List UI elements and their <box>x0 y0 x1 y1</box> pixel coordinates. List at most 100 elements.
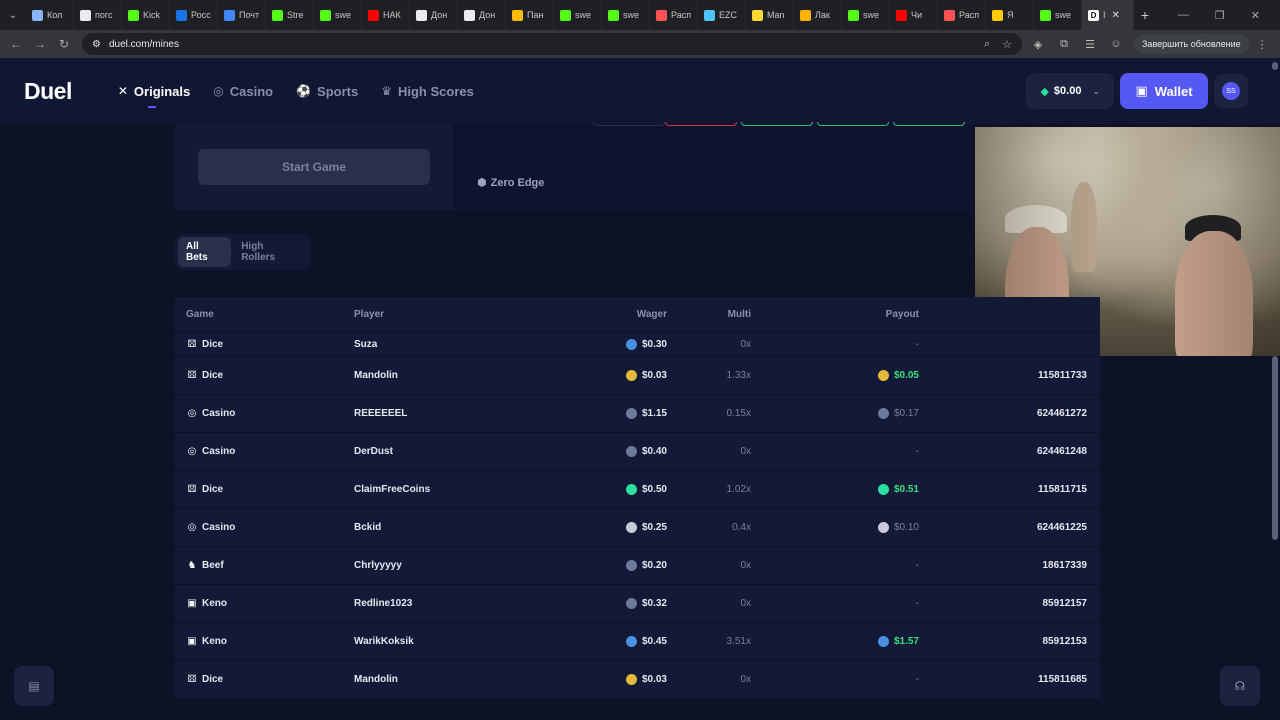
nav-originals[interactable]: ✕ Originals <box>118 58 190 124</box>
browser-tab[interactable]: Почт <box>218 0 266 30</box>
coin-icon <box>625 560 637 571</box>
nav-sports[interactable]: ⚽ Sports <box>296 58 358 124</box>
close-window-icon[interactable]: ✕ <box>1251 9 1260 22</box>
browser-tab[interactable]: Kick <box>122 0 170 30</box>
zero-edge-badge[interactable]: ⬢ Zero Edge <box>477 176 544 190</box>
tab-active-duel[interactable]: D I ✕ <box>1082 0 1134 30</box>
new-tab-button[interactable]: + <box>1134 7 1156 23</box>
browser-tab[interactable]: EZC <box>698 0 746 30</box>
browser-tab[interactable]: Man <box>746 0 794 30</box>
bet-id[interactable]: 85912157 <box>1043 598 1088 609</box>
back-icon[interactable]: ← <box>4 37 28 51</box>
tab-search-chevron-icon[interactable]: ⌄ <box>0 0 26 30</box>
table-row[interactable]: ⚄ Dice Mandolin $0.03 1.33x $0.05 115811733 <box>175 356 1100 394</box>
browser-tab[interactable]: НАК <box>362 0 410 30</box>
table-row[interactable]: ⚄ Dice Mandolin $0.03 0x - 115811685 <box>175 660 1100 698</box>
player-name[interactable]: Bckid <box>354 522 381 533</box>
browser-tab[interactable]: swe <box>842 0 890 30</box>
table-row[interactable]: ♞ Beef Chrlyyyyy $0.20 0x - 18617339 <box>175 546 1100 584</box>
browser-tab[interactable]: Я <box>986 0 1034 30</box>
nav-casino[interactable]: ◎ Casino <box>213 58 273 124</box>
player-name[interactable]: Redline1023 <box>354 598 412 609</box>
wallet-button[interactable]: ▣ Wallet <box>1120 73 1208 109</box>
tab-all-bets[interactable]: All Bets <box>178 237 232 267</box>
bet-id[interactable]: 115811733 <box>1038 370 1087 381</box>
profile-button[interactable]: SS <box>1214 74 1248 108</box>
browser-tab[interactable]: swe <box>314 0 362 30</box>
minimize-icon[interactable]: — <box>1178 9 1189 22</box>
table-row[interactable]: ⚄ Dice ClaimFreeCoins $0.50 1.02x $0.51 115811… <box>175 470 1100 508</box>
support-button[interactable]: ☊ <box>1220 666 1260 706</box>
player-name[interactable]: REEEEEEL <box>354 408 407 419</box>
table-row[interactable]: ◎ Casino REEEEEEL $1.15 0.15x $0.17 624461272 <box>175 394 1100 432</box>
bet-id[interactable]: 624461225 <box>1037 522 1087 533</box>
gem-icon: ◆ <box>1040 85 1049 98</box>
browser-menu-icon[interactable]: ⋮ <box>1257 38 1268 51</box>
table-row[interactable]: ◎ Casino DerDust $0.40 0x - 624461248 <box>175 432 1100 470</box>
wallet-label: Wallet <box>1154 83 1193 99</box>
player-name[interactable]: Chrlyyyyy <box>354 560 402 571</box>
game-name: Casino <box>202 408 236 419</box>
browser-tab[interactable]: swe <box>1034 0 1082 30</box>
tab-close-icon[interactable]: ✕ <box>1112 10 1120 21</box>
extensions-puzzle-icon[interactable]: ⧉ <box>1054 38 1074 51</box>
browser-tab[interactable]: Дон <box>458 0 506 30</box>
tab-high-rollers[interactable]: High Rollers <box>233 237 308 267</box>
browser-tab[interactable]: swe <box>554 0 602 30</box>
bet-id[interactable]: 115811715 <box>1038 484 1087 495</box>
bookmark-star-icon[interactable]: ☆ <box>1002 38 1012 51</box>
address-bar[interactable]: ⚙ duel.com/mines ⌕ ☆ <box>82 33 1022 55</box>
player-name[interactable]: Suza <box>354 339 377 350</box>
bet-id[interactable]: 624461272 <box>1037 408 1087 419</box>
browser-tab[interactable]: Росс <box>170 0 218 30</box>
maximize-icon[interactable]: ❐ <box>1215 9 1225 22</box>
bet-id[interactable]: 18617339 <box>1043 560 1088 571</box>
browser-tab[interactable]: Расп <box>938 0 986 30</box>
site-info-icon[interactable]: ⚙ <box>92 39 101 50</box>
duel-logo[interactable]: Duel <box>24 78 72 105</box>
cell-payout: - <box>835 547 919 584</box>
chat-button[interactable]: ▤ <box>14 666 54 706</box>
tab-favicon-icon <box>128 9 139 21</box>
player-name[interactable]: Mandolin <box>354 370 398 381</box>
bet-id[interactable]: 624461248 <box>1037 446 1087 457</box>
tab-label: Кол <box>47 10 63 20</box>
tab-label: swe <box>863 10 880 20</box>
zoom-icon[interactable]: ⌕ <box>984 38 990 51</box>
start-game-button[interactable]: Start Game <box>198 149 430 185</box>
scrollbar-top[interactable] <box>1272 62 1278 70</box>
mine-tile[interactable] <box>593 122 665 126</box>
table-row[interactable]: ⚄ Dice Suza $0.30 0x - <box>175 332 1100 356</box>
player-name[interactable]: DerDust <box>354 446 393 457</box>
table-row[interactable]: ▣ Keno Redline1023 $0.32 0x - 85912157 <box>175 584 1100 622</box>
browser-tab[interactable]: Кол <box>26 0 74 30</box>
bet-id[interactable]: 115811685 <box>1038 674 1087 685</box>
player-name[interactable]: WarikKoksik <box>354 636 414 647</box>
mine-tile[interactable] <box>741 122 813 126</box>
extension-icon[interactable]: ◈ <box>1028 38 1048 51</box>
browser-tab[interactable]: Чи <box>890 0 938 30</box>
table-row[interactable]: ◎ Casino Bckid $0.25 0.4x $0.10 624461225 <box>175 508 1100 546</box>
balance-dropdown[interactable]: ◆ $0.00 ⌄ <box>1026 73 1114 109</box>
mine-tile[interactable] <box>817 122 889 126</box>
player-name[interactable]: ClaimFreeCoins <box>354 484 430 495</box>
profile-icon[interactable]: ☺ <box>1106 38 1126 50</box>
browser-tab[interactable]: Лак <box>794 0 842 30</box>
browser-tab[interactable]: Расп <box>650 0 698 30</box>
browser-tab[interactable]: Stre <box>266 0 314 30</box>
reload-icon[interactable]: ↻ <box>52 37 76 51</box>
browser-tab[interactable]: Пан <box>506 0 554 30</box>
table-row[interactable]: ▣ Keno WarikKoksik $0.45 3.51x $1.57 85912153 <box>175 622 1100 660</box>
player-name[interactable]: Mandolin <box>354 674 398 685</box>
bet-id[interactable]: 85912153 <box>1043 636 1088 647</box>
reading-list-icon[interactable]: ☰ <box>1080 38 1100 51</box>
forward-icon[interactable]: → <box>28 37 52 51</box>
browser-tab[interactable]: Дон <box>410 0 458 30</box>
browser-tab[interactable]: swe <box>602 0 650 30</box>
nav-high-scores[interactable]: ♛ High Scores <box>381 58 474 124</box>
page-scrollbar[interactable] <box>1272 356 1278 540</box>
mine-tile[interactable] <box>893 122 965 126</box>
browser-tab[interactable]: погс <box>74 0 122 30</box>
update-button[interactable]: Завершить обновление <box>1134 34 1249 54</box>
mine-tile[interactable] <box>665 122 737 126</box>
